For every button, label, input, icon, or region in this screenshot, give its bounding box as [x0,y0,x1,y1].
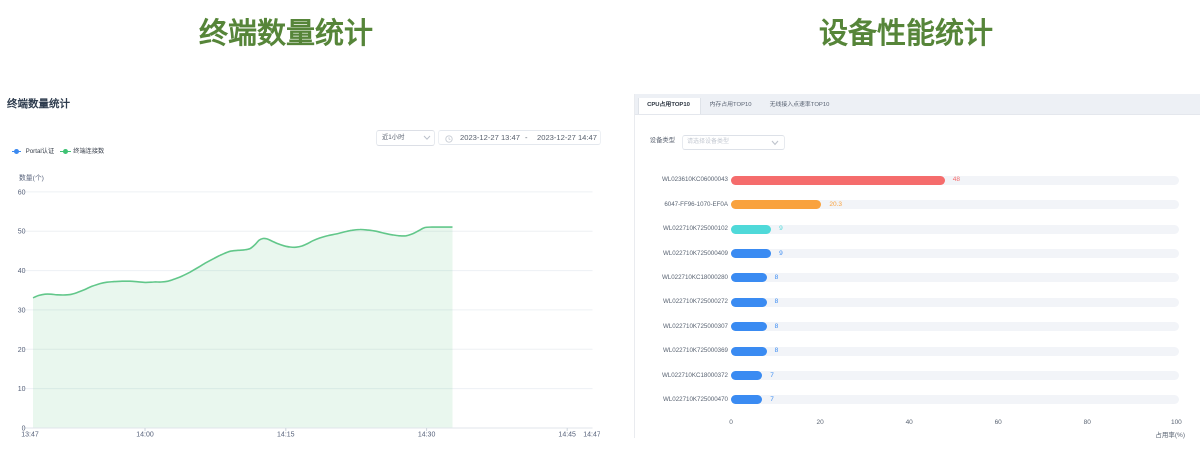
svg-text:14:00: 14:00 [136,432,154,439]
svg-text:30: 30 [18,307,26,314]
svg-text:20: 20 [18,347,26,354]
svg-text:14:45: 14:45 [558,432,576,439]
svg-text:60: 60 [18,189,26,196]
svg-text:50: 50 [18,229,26,236]
svg-text:14:15: 14:15 [277,432,295,439]
svg-text:14:30: 14:30 [418,432,436,439]
svg-text:14:47: 14:47 [583,432,600,439]
svg-text:13:47: 13:47 [21,432,39,439]
svg-text:10: 10 [18,386,26,393]
svg-text:40: 40 [18,268,26,275]
